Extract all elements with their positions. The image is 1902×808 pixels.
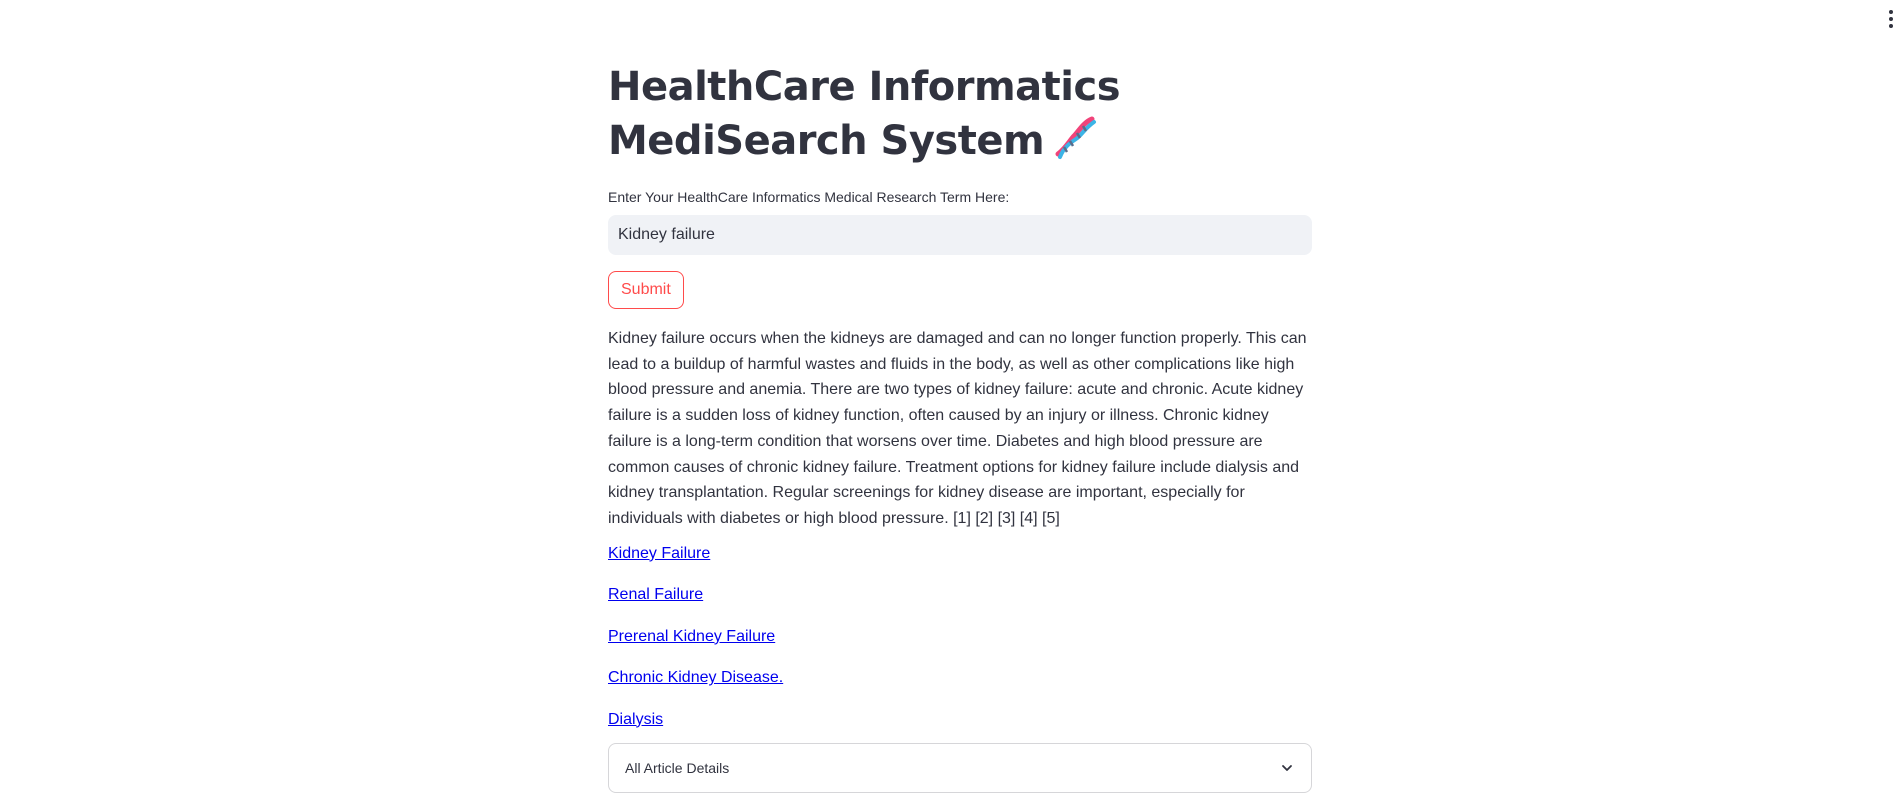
submit-button[interactable]: Submit (608, 271, 684, 309)
reference-links: Kidney Failure Renal Failure Prerenal Ki… (608, 542, 1312, 732)
link-prerenal-kidney-failure[interactable]: Prerenal Kidney Failure (608, 625, 775, 649)
link-renal-failure[interactable]: Renal Failure (608, 583, 703, 607)
chevron-down-icon (1279, 760, 1295, 776)
dna-icon (1055, 116, 1097, 159)
menu-dot (1889, 10, 1893, 14)
link-chronic-kidney-disease[interactable]: Chronic Kidney Disease. (608, 666, 783, 690)
search-input-label: Enter Your HealthCare Informatics Medica… (608, 189, 1010, 205)
link-kidney-failure[interactable]: Kidney Failure (608, 542, 710, 566)
menu-dot (1889, 24, 1893, 28)
menu-dot (1889, 17, 1893, 21)
link-dialysis[interactable]: Dialysis (608, 708, 663, 732)
expander-label: All Article Details (625, 760, 730, 777)
article-details-expander[interactable]: All Article Details (608, 743, 1312, 794)
page-title-text: HealthCare Informatics MediSearch System (608, 64, 1121, 164)
kebab-menu-icon[interactable] (1884, 8, 1898, 30)
answer-text: Kidney failure occurs when the kidneys a… (608, 330, 1307, 527)
main-content: HealthCare Informatics MediSearch System… (608, 60, 1312, 794)
search-input[interactable] (608, 215, 1312, 255)
page-title: HealthCare Informatics MediSearch System (608, 60, 1312, 168)
